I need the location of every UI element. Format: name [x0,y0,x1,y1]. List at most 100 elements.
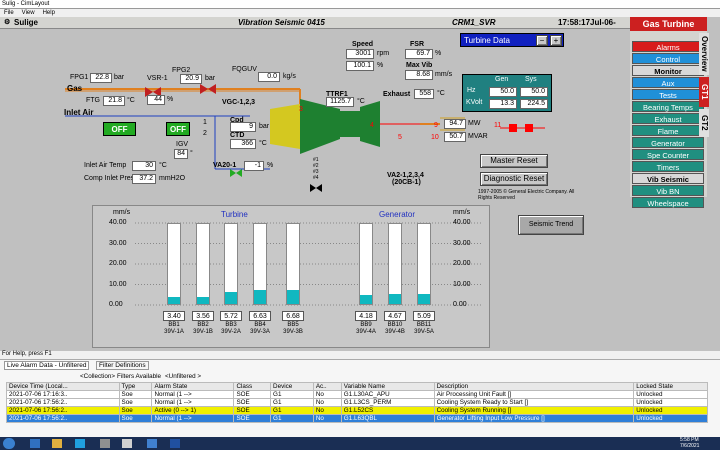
alarm-row[interactable]: 2021-07-06 17:56:2.. Soe Normal (1 --> SOE G… [6,414,708,423]
inlet-air-label: Inlet Air [64,108,94,117]
va20-label: VA20-1 [213,162,237,169]
alarm-cell: No [312,406,342,415]
generator-chart-title: Generator [379,210,416,219]
alarm-cell: 2021-07-06 17:56:2.. [6,414,120,423]
word-icon[interactable] [170,439,180,448]
ftg-value: 21.8 [103,96,125,106]
column-header[interactable]: Description [433,382,635,391]
bar-category-label: BB1 [168,322,180,328]
unfiltered-select[interactable]: <Unfiltered > [165,373,201,380]
alarm-cell: Soe [118,390,153,399]
window-title: Sulig - CimLayout [0,0,720,9]
status-bar: For Help, press F1 [0,351,720,359]
master-reset-button[interactable]: Master Reset [480,154,548,168]
seismic-trend-button[interactable]: Seismic Trend [518,215,584,235]
cpd-unit: bar [259,123,270,130]
column-header[interactable]: Ac.. [312,382,342,391]
menu-help[interactable]: Help [43,10,55,16]
generator-y-unit: mm/s [453,209,471,216]
alarm-row[interactable]: 2021-07-06 17:16:3.. Soe Normal (1 --> SOE G… [6,390,708,399]
ctd-unit: °C [259,140,267,147]
app-icon-1[interactable] [75,439,85,448]
tab-overview[interactable]: Overview [699,33,709,75]
alarm-cell: G1.L30AC_APU [340,390,435,399]
fqguv-unit: kg/s [283,73,296,80]
ftg-unit: °C [127,97,135,104]
live-alarm-tab[interactable]: Live Alarm Data - Unfiltered [4,361,90,370]
vgc-label: VGC-1,2,3 [222,99,256,106]
nav-vib-seismic[interactable]: Vib Seismic [632,173,704,184]
alarm-row[interactable]: 2021-07-06 17:56:2.. Soe Normal (1 --> SOE G… [6,398,708,407]
nav-timers[interactable]: Timers [632,161,704,172]
nav-tests[interactable]: Tests [632,89,704,100]
taskbar: 5:58 PM 7/6/2021 [0,437,720,450]
fpg2-unit: bar [205,75,216,82]
speed-value: 3001 [346,49,374,59]
nav-flame[interactable]: Flame [632,125,704,136]
nav-spe-counter[interactable]: Spe Counter [632,149,704,160]
bar-category-label: BB3 [225,322,237,328]
ie-icon[interactable] [30,439,40,448]
alarm-cell: Soe [118,406,153,415]
alarm-row[interactable]: 2021-07-06 17:56:2.. Soe Active (0 --> 1) S… [6,406,708,415]
column-header[interactable]: Device [270,382,314,391]
column-header[interactable]: Type [118,382,153,391]
tab-gt1[interactable]: GT1 [699,77,709,107]
nav-monitor[interactable]: Monitor [632,65,704,76]
nav-control[interactable]: Control [632,53,704,64]
vsr-value: 44 [147,95,165,105]
collection-select[interactable]: <Collection> [80,373,115,380]
nav-bearing-temps[interactable]: Bearing Temps [632,101,704,112]
bar-fill [360,295,372,304]
alarm-cell: Normal (1 --> [151,414,235,423]
tab-gt2[interactable]: GT2 [699,109,709,137]
sys-header: Sys [525,76,537,83]
app-icon-3[interactable] [122,439,132,448]
speed-pct-unit: % [377,62,384,69]
bar-fill [168,297,180,304]
bar-category-label: BB9 [360,322,372,328]
filter-2-off-status[interactable]: OFF [166,122,190,136]
alarm-table: Device Time (Local... Type Alarm State Clas… [6,382,708,423]
nav-alarms[interactable]: Alarms [632,41,704,52]
menu-view[interactable]: View [22,10,35,16]
turbine-prev-button[interactable]: − [536,35,548,46]
exhaust-unit: °C [437,90,445,97]
alarm-cell: G1 [270,398,314,407]
turbine-tick-label: 40.00 [109,219,127,226]
exhaust-label: Exhaust [383,91,411,98]
column-header[interactable]: Variable Name [340,382,435,391]
alarm-cell: Active (0 --> 1) [151,406,235,415]
turbine-data-label: Turbine Data [464,36,510,45]
alarm-cell: G1.L63QBL [340,414,435,423]
nav-aux[interactable]: Aux [632,77,704,88]
filter-definitions-tab[interactable]: Filter Definitions [96,361,149,370]
turbine-next-button[interactable]: + [550,35,562,46]
column-header[interactable]: Class [233,382,272,391]
turbine-data-select[interactable]: Turbine Data − + [460,33,564,47]
filter-1-off-status[interactable]: OFF [103,122,136,136]
nav-exhaust[interactable]: Exhaust [632,113,704,124]
column-header[interactable]: Alarm State [151,382,235,391]
menu-file[interactable]: File [4,10,14,16]
alarm-cell: Soe [118,398,153,407]
app-icon-2[interactable] [100,439,110,448]
column-header[interactable]: Device Time (Local... [6,382,120,391]
nav-wheelspace[interactable]: Wheelspace [632,197,704,208]
alarm-cell: Unlocked [633,398,708,407]
folder-icon[interactable] [52,439,62,448]
nav-vib-bn[interactable]: Vib BN [632,185,704,196]
bar-bb3 [224,223,238,305]
va20-unit: % [267,162,274,169]
stage-2-label: 2 [203,130,207,137]
app-icon-4[interactable] [147,439,157,448]
nav-generator[interactable]: Generator [632,137,704,148]
turbine-tick-label: 10.00 [109,280,127,288]
vsr-unit: % [167,96,174,103]
bar-value-label: 5.72 [220,311,242,321]
bar-bb2 [196,223,210,305]
column-header[interactable]: Locked State [633,382,708,391]
diagnostic-reset-button[interactable]: Diagnostic Reset [480,172,548,186]
start-button[interactable] [3,438,15,449]
stage-10-label: 10 [431,134,439,141]
